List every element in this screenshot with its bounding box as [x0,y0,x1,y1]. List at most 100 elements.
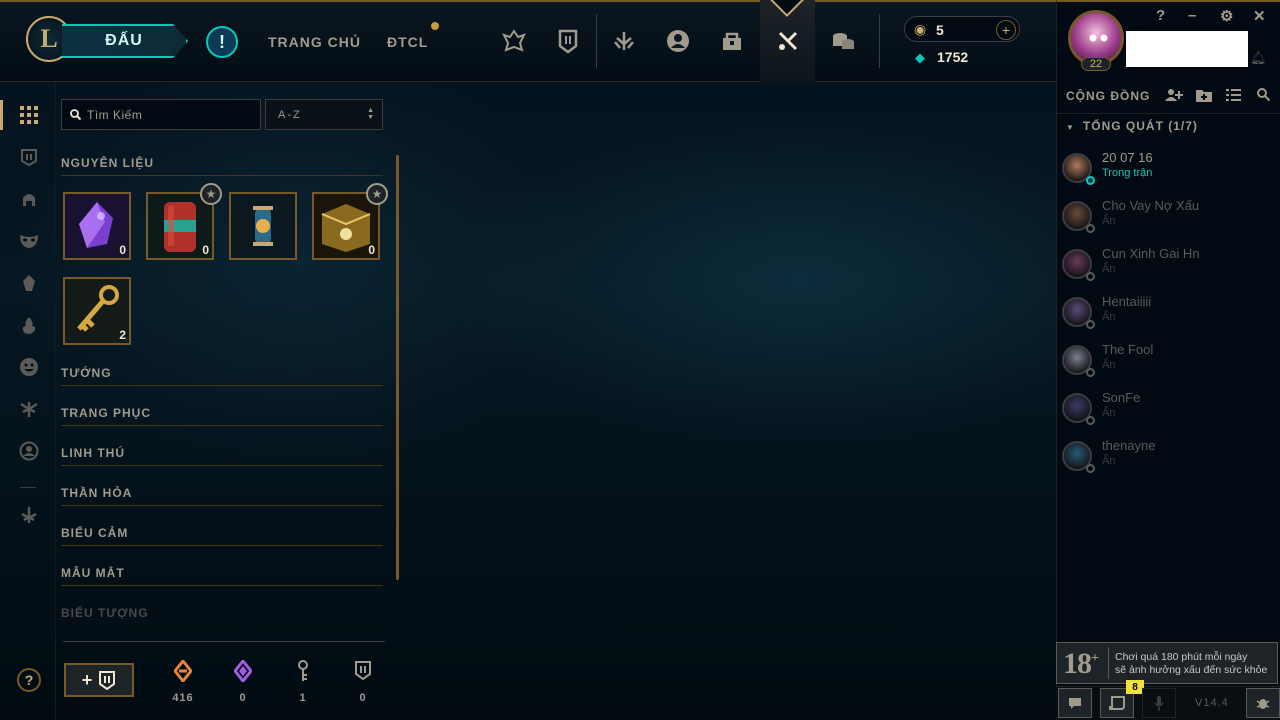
search-icon [70,109,81,120]
friend-status: Trong trận [1102,167,1153,179]
search-input[interactable] [87,107,257,122]
friend-group-header[interactable]: ▼ TỔNG QUÁT (1/7) [1066,119,1198,133]
champion-helmet-icon[interactable] [18,188,40,210]
loot-item-orb-capsule[interactable] [229,192,297,260]
play-button[interactable]: ĐẤU [62,24,188,58]
grid-all-icon[interactable] [18,104,40,126]
scroll-icon [1109,696,1125,710]
blue-essence-value: 1752 [937,49,969,65]
help-icon[interactable]: ? [1156,7,1165,24]
chat-button[interactable] [1058,688,1092,718]
clash-icon[interactable] [609,26,639,56]
item-count: 0 [368,243,375,257]
mythic-essence-icon [228,658,258,684]
client-window: L ĐẤU ! TRANG CHỦ ĐTCL ◉ 5 + ◆ 1752 22 ?… [0,0,1280,720]
caret-down-icon: ▼ [1066,123,1075,132]
status-dot [1086,320,1095,329]
favorite-star-icon[interactable]: ★ [366,183,388,205]
list-view-icon[interactable] [1226,88,1241,104]
ranked-icon[interactable] [499,26,529,56]
loot-item-key[interactable]: 2 [63,277,131,345]
store-coins-icon[interactable] [828,26,858,56]
orange-essence: 416 [168,658,198,704]
emote-face-icon[interactable] [18,356,40,378]
favorite-star-icon[interactable]: ★ [200,183,222,205]
search-field[interactable] [61,99,261,130]
loot-item-purple-gem[interactable]: 0 [63,192,131,260]
category-materials[interactable]: NGUYÊN LIỆU [61,156,383,176]
store-bag-icon[interactable] [717,26,747,56]
sort-dropdown[interactable]: A-Z ▲ ▼ [265,99,383,130]
category-eye-colors[interactable]: MẪU MẮT [61,566,383,586]
status-dot [1086,272,1095,281]
voice-button[interactable] [1142,688,1176,718]
nav-tft[interactable]: ĐTCL [387,34,428,50]
chest-filter-icon[interactable] [18,146,40,168]
bug-icon [1256,699,1270,709]
friend-name: SonFe [1102,390,1141,405]
minimize-icon[interactable]: – [1188,7,1196,24]
friend-row[interactable]: Cun Xinh Gai Hn Ẩn [1062,246,1272,286]
friend-status: Ẩn [1102,215,1116,227]
item-count: 0 [202,243,209,257]
warning-text: Chơi quá 180 phút mỗi ngày sẽ ảnh hưởng … [1115,651,1267,677]
eye-color-icon[interactable] [18,398,40,420]
bug-report-button[interactable] [1246,688,1280,718]
summoner-icon-filter[interactable] [18,440,40,462]
rp-value: 5 [936,22,944,38]
category-icons[interactable]: BIỂU TƯỢNG [61,606,383,625]
friend-row[interactable]: Hentaiiiii Ẩn [1062,294,1272,334]
friend-status: Ẩn [1102,359,1116,371]
status-dot [1086,464,1095,473]
buy-rp-button[interactable]: + [996,20,1016,40]
warning-line-2: sẽ ảnh hưởng xấu đến sức khỏe [1115,664,1268,676]
item-count: 2 [119,328,126,342]
loot-scrollbar[interactable] [396,155,399,580]
companion-icon[interactable] [18,272,40,294]
status-dot [1086,416,1095,425]
nav-home[interactable]: TRANG CHỦ [268,34,361,50]
ward-flame-icon[interactable] [18,314,40,336]
friend-name: Cun Xinh Gai Hn [1102,246,1200,261]
category-companions[interactable]: LINH THÚ [61,446,383,466]
orange-essence-value: 416 [172,692,194,704]
close-icon[interactable]: ✕ [1253,7,1266,25]
misc-loot-icon[interactable] [18,504,40,526]
settings-icon[interactable]: ⚙ [1220,7,1233,25]
add-friend-icon[interactable] [1165,88,1183,105]
status-dot [1086,368,1095,377]
craft-key-button[interactable]: + [64,663,134,697]
chest-icon [99,671,116,690]
category-skins[interactable]: TRANG PHỤC [61,406,383,426]
friend-row[interactable]: SonFe Ẩn [1062,390,1272,430]
skin-mask-icon[interactable] [18,230,40,252]
help-button[interactable]: ? [17,668,41,692]
notification-dot [431,22,439,30]
status-dot [1086,224,1095,233]
orange-essence-icon [168,658,198,684]
alert-icon[interactable]: ! [206,26,238,58]
collection-icon[interactable] [553,26,583,56]
summoner-name-redacted [1126,31,1248,67]
mythic-essence-value: 0 [239,692,247,704]
profile-icon[interactable] [663,26,693,56]
friend-row[interactable]: Cho Vay Nợ Xấu Ẩn [1062,198,1272,238]
category-champions[interactable]: TƯỚNG [61,366,383,386]
add-folder-icon[interactable] [1196,88,1212,105]
loot-crafting-icon[interactable] [773,26,803,56]
friend-name: thenayne [1102,438,1156,453]
group-label: TỔNG QUÁT (1/7) [1082,119,1198,133]
category-ward-skins[interactable]: THẦN HỎA [61,486,383,506]
search-icon[interactable] [1257,88,1271,104]
key-fragment-icon [288,660,318,684]
key-fragment-value: 1 [299,692,307,704]
friend-row[interactable]: 20 07 16 Trong trận [1062,150,1272,190]
bell-icon[interactable]: 🔔︎ [1250,50,1267,66]
friend-row[interactable]: thenayne Ẩn [1062,438,1272,478]
key-fragment: 1 [288,660,318,704]
friend-name: Cho Vay Nợ Xấu [1102,198,1200,213]
friend-status: Ẩn [1102,407,1116,419]
age-rating-plus: + [1091,651,1099,666]
friend-row[interactable]: The Fool Ẩn [1062,342,1272,382]
category-emotes[interactable]: BIỂU CẢM [61,526,383,546]
